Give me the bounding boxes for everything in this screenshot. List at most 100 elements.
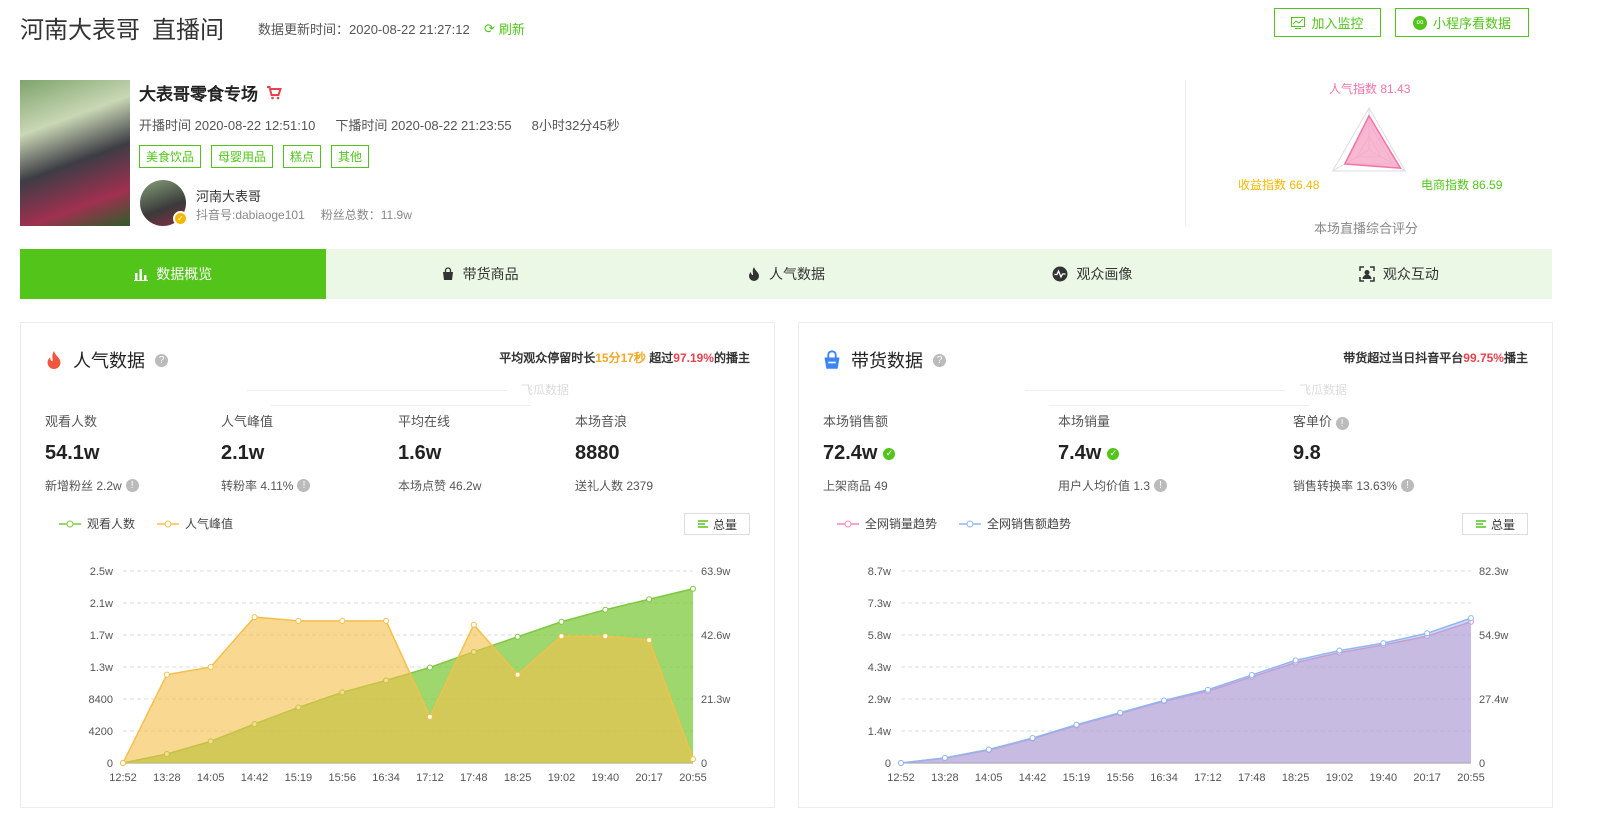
stat-label: 人气峰值 (221, 414, 274, 429)
legend-label: 全网销售额趋势 (987, 517, 1072, 531)
sales-chart: 0 1.4w 2.9w 4.3w 5.8w 7.3w 8.7w 0 27.4w 54.9w 82.3… (868, 566, 1509, 784)
stat-value: 8880 (575, 442, 620, 464)
help-icon[interactable]: ? (155, 353, 168, 367)
help-icon[interactable]: ! (297, 479, 311, 492)
data-point (514, 671, 521, 678)
y-left-tick-label: 0 (107, 758, 113, 770)
score-radar: 人气指数 81.43 收益指数 66.48 电商指数 86.59 本场直播综合评… (1186, 72, 1552, 242)
chart-legend: 观看人数 人气峰值 (59, 515, 233, 532)
data-point (898, 760, 904, 766)
stat-views: 观看人数 54.1w 新增粉丝 2.2w! (45, 411, 139, 494)
tab-label: 人气数据 (769, 266, 826, 282)
tab-label: 观众画像 (1076, 266, 1133, 282)
x-tick-label: 18:25 (1282, 772, 1310, 784)
legend-marker (59, 520, 81, 527)
stat-value: 1.6w (398, 442, 442, 464)
y-left-tick-label: 7.3w (868, 598, 891, 610)
data-point (1468, 615, 1474, 622)
live-cover-image[interactable] (20, 80, 130, 226)
data-point (646, 596, 653, 603)
help-icon[interactable]: ? (933, 353, 946, 367)
data-point (295, 617, 302, 624)
y-right-tick-label: 54.9w (1479, 630, 1508, 642)
category-tag[interactable]: 母婴用品 (211, 145, 274, 168)
tab-overview[interactable]: 数据概览 (20, 249, 327, 299)
y-left-tick-label: 2.9w (868, 694, 891, 706)
shopping-bag-icon (442, 267, 453, 280)
tab-audience-interaction[interactable]: 观众互动 (1246, 249, 1552, 299)
help-icon[interactable]: ! (1401, 479, 1415, 492)
y-right-tick-label: 0 (701, 758, 707, 770)
legend-item[interactable]: 全网销售额趋势 (959, 515, 1071, 532)
summary-highlight: 99.75% (1463, 351, 1504, 365)
help-icon[interactable]: ! (1154, 479, 1168, 492)
data-point (1336, 647, 1343, 654)
total-toggle-button[interactable]: 总量 (684, 513, 750, 535)
data-point (1029, 735, 1036, 742)
tab-popularity[interactable]: 人气数据 (633, 249, 939, 299)
chart-legend: 全网销量趋势 全网销售额趋势 (837, 515, 1071, 532)
stat-sub: 上架商品 49 (823, 477, 895, 494)
stat-unit-price: 客单价 ! 9.8 销售转换率 13.63%! (1293, 411, 1415, 494)
data-point (470, 621, 477, 628)
live-duration: 8小时32分45秒 (531, 118, 620, 133)
legend-marker (959, 520, 982, 527)
stat-value-text: 7.4w (1058, 442, 1102, 464)
legend-item[interactable]: 人气峰值 (157, 515, 233, 532)
x-tick-label: 19:40 (1370, 772, 1398, 784)
stat-sub-text: 转粉率 4.11% (221, 479, 294, 493)
data-point (207, 664, 214, 670)
verified-check-icon: ✓ (883, 447, 896, 460)
fire-icon (749, 267, 760, 281)
legend-item[interactable]: 观看人数 (59, 515, 135, 532)
data-point (1204, 686, 1211, 693)
fans-count: 粉丝总数：11.9w (320, 208, 412, 222)
watermark: 飞瓜数据 (869, 381, 1489, 412)
data-point (1292, 657, 1299, 664)
data-point (602, 606, 609, 613)
category-tag[interactable]: 美食饮品 (139, 145, 202, 168)
help-icon[interactable]: ! (1335, 417, 1349, 430)
legend-marker (837, 520, 859, 527)
refresh-button[interactable]: ⟳ 刷新 (484, 19, 525, 38)
help-icon[interactable]: ! (125, 479, 139, 492)
stat-label: 平均在线 (398, 414, 451, 429)
live-title-row: 大表哥零食专场 (139, 80, 282, 105)
panel-title-text: 人气数据 (73, 351, 145, 371)
stat-label: 本场销量 (1058, 414, 1111, 429)
x-tick-label: 15:56 (1106, 772, 1134, 784)
add-monitor-button[interactable]: 加入监控 (1274, 8, 1381, 37)
legend-label: 人气峰值 (185, 517, 234, 531)
live-title: 大表哥零食专场 (139, 85, 258, 104)
y-left-tick-label: 2.1w (90, 598, 113, 610)
category-tag[interactable]: 糕点 (283, 145, 322, 168)
data-point (985, 746, 992, 753)
data-point (558, 618, 565, 625)
stat-sales-amount: 本场销售额 72.4w ✓ 上架商品 49 (823, 411, 896, 494)
mini-program-button[interactable]: ∞ 小程序看数据 (1395, 8, 1529, 37)
tab-label: 观众互动 (1382, 266, 1439, 282)
radar-chart (1331, 106, 1407, 172)
anchor-name[interactable]: 河南大表哥 (196, 186, 261, 205)
stat-sound-wave: 本场音浪 8880 送礼人数 2379 (575, 411, 653, 494)
tab-products[interactable]: 带货商品 (326, 249, 632, 299)
total-toggle-button[interactable]: 总量 (1462, 513, 1528, 535)
summary-text: 播主 (1503, 351, 1528, 365)
mini-program-label: 小程序看数据 (1432, 16, 1511, 31)
y-right-tick-label: 82.3w (1479, 566, 1508, 578)
y-left-tick-label: 1.7w (90, 630, 113, 642)
category-tag[interactable]: 其他 (331, 145, 370, 168)
cart-icon (267, 85, 282, 99)
x-tick-label: 17:12 (1194, 772, 1222, 784)
x-tick-label: 14:05 (197, 772, 225, 784)
douyin-id: 抖音号:dabiaoge101 (196, 208, 305, 222)
legend-item[interactable]: 全网销量趋势 (837, 515, 937, 532)
data-point (1073, 721, 1080, 728)
tab-audience-profile[interactable]: 观众画像 (939, 249, 1245, 299)
legend-label: 观看人数 (87, 517, 136, 531)
y-left-tick-label: 5.8w (868, 630, 891, 642)
avatar[interactable]: ✓ (140, 180, 188, 226)
stat-sub-text: 销售转换率 13.63% (1293, 479, 1398, 493)
live-start-time: 开播时间 2020-08-22 12:51:10 (139, 118, 316, 133)
y-left-tick-label: 8.7w (868, 566, 891, 578)
